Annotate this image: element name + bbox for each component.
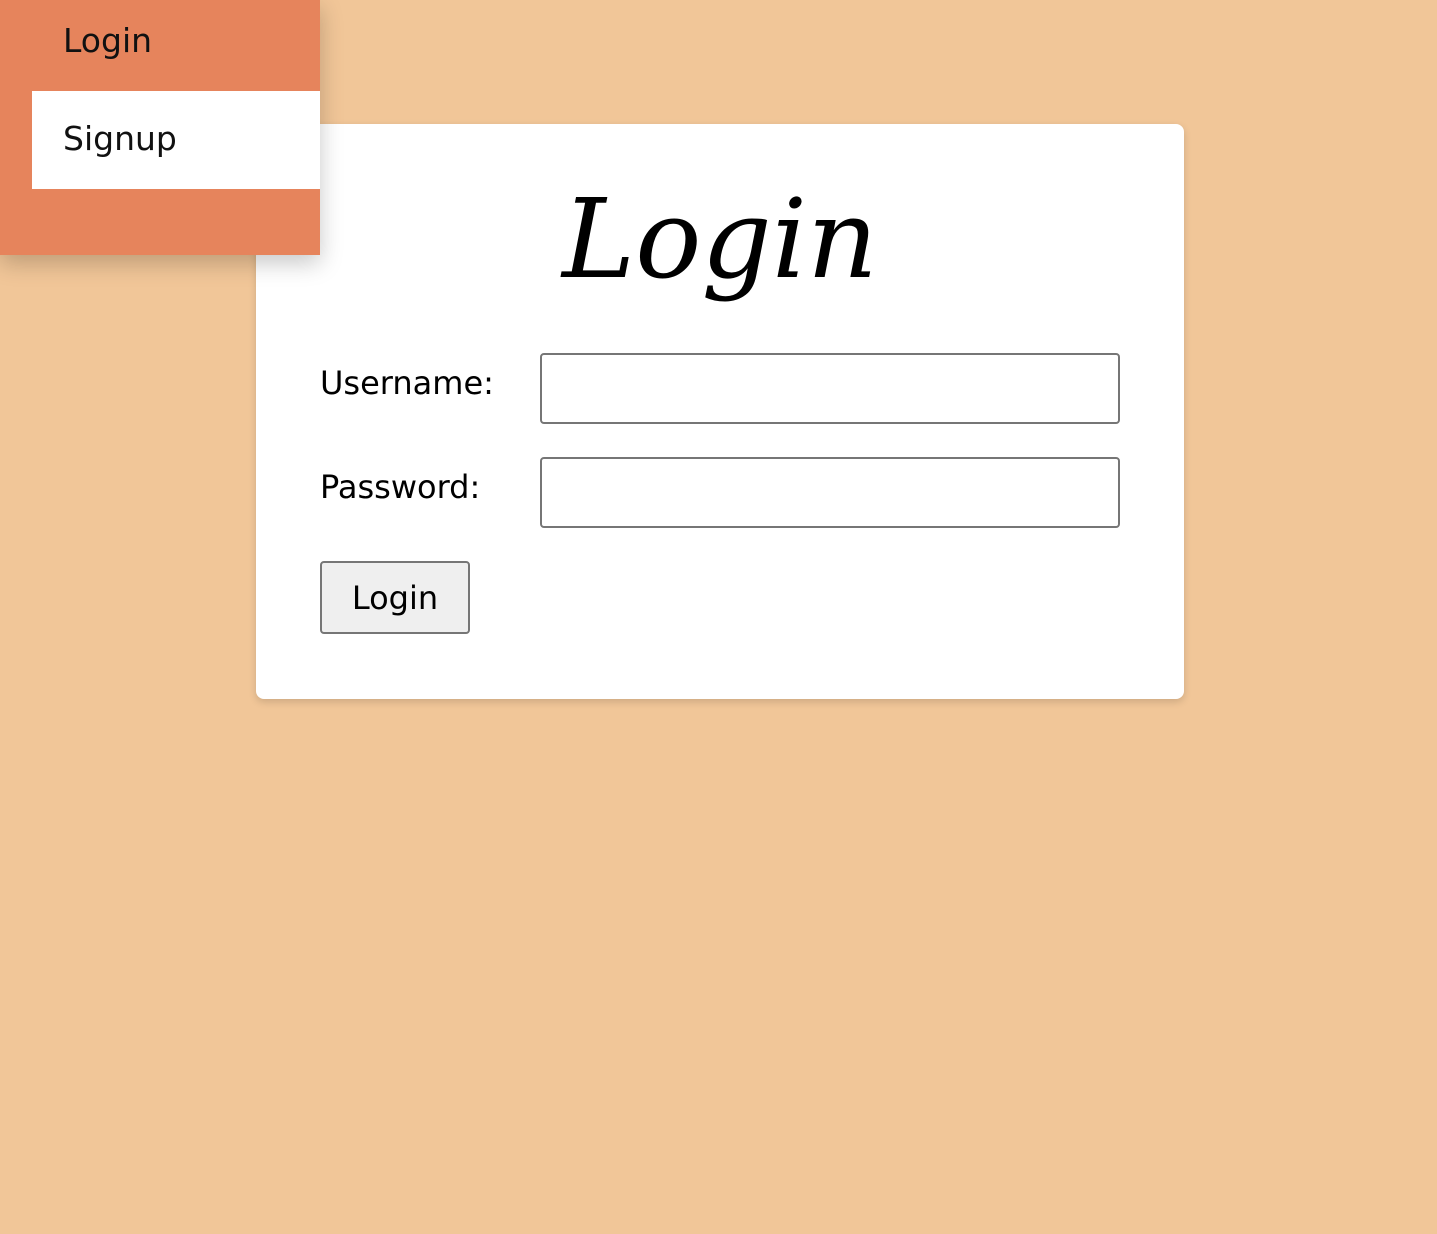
- login-card: Login Username: Password: Login: [256, 124, 1184, 699]
- login-button[interactable]: Login: [320, 561, 470, 634]
- password-label: Password:: [320, 468, 481, 506]
- password-input[interactable]: [540, 457, 1120, 528]
- username-label: Username:: [320, 364, 494, 402]
- page-title: Login: [562, 175, 878, 303]
- nav-item-login[interactable]: Login: [32, 0, 320, 91]
- username-input[interactable]: [540, 353, 1120, 424]
- side-nav: Login Signup: [0, 0, 320, 255]
- nav-item-signup[interactable]: Signup: [32, 91, 320, 189]
